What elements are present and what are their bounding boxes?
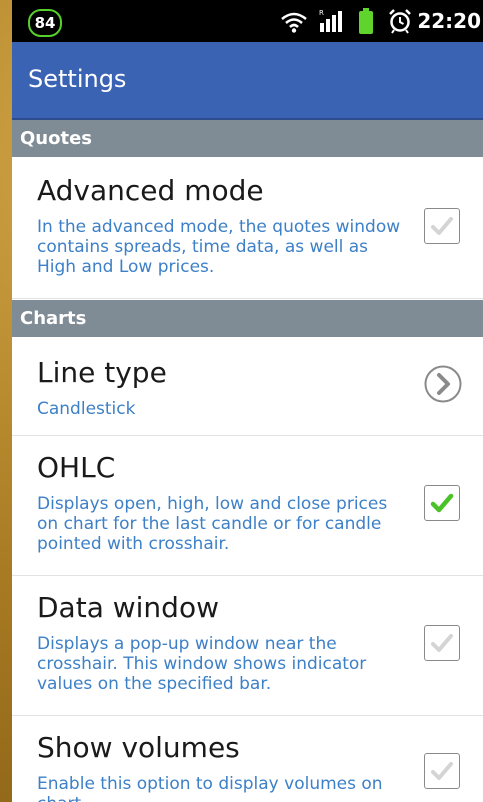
show-volumes-checkbox[interactable] — [424, 753, 460, 789]
chevron-right-icon[interactable] — [423, 364, 463, 404]
pref-show-volumes[interactable]: Show volumes Enable this option to displ… — [12, 716, 483, 802]
pref-ohlc[interactable]: OHLC Displays open, high, low and close … — [12, 436, 483, 576]
pref-summary: Displays a pop-up window near the crossh… — [37, 634, 367, 694]
status-bar: 84 R 22:20 — [12, 0, 483, 42]
advanced-mode-checkbox[interactable] — [424, 208, 460, 244]
page-title: Settings — [28, 65, 127, 93]
check-icon — [431, 634, 453, 652]
data-window-checkbox[interactable] — [424, 625, 460, 661]
signal-icon: R — [319, 9, 342, 32]
notification-badge: 84 — [28, 9, 62, 37]
section-header-charts: Charts — [12, 300, 483, 337]
check-icon — [431, 217, 453, 235]
pref-title: Advanced mode — [37, 174, 264, 207]
section-header-quotes: Quotes — [12, 120, 483, 157]
pref-title: Data window — [37, 591, 219, 624]
pref-summary: Candlestick — [37, 399, 136, 419]
pref-summary: Displays open, high, low and close price… — [37, 494, 388, 554]
ohlc-checkbox[interactable] — [424, 485, 460, 521]
pref-summary: Enable this option to display volumes on… — [37, 774, 383, 802]
pref-line-type[interactable]: Line type Candlestick — [12, 337, 483, 436]
action-bar: Settings — [12, 42, 483, 120]
check-icon — [431, 762, 453, 780]
clock-time: 22:20 — [417, 9, 481, 33]
check-icon — [430, 493, 454, 513]
pref-title: Line type — [37, 356, 167, 389]
pref-data-window[interactable]: Data window Displays a pop-up window nea… — [12, 576, 483, 716]
settings-screen: 84 R 22:20 Settings Quotes Advanced mode… — [12, 0, 483, 802]
pref-advanced-mode[interactable]: Advanced mode In the advanced mode, the … — [12, 157, 483, 299]
wifi-icon — [281, 12, 307, 33]
alarm-icon — [389, 9, 411, 34]
pref-title: Show volumes — [37, 731, 240, 764]
battery-icon — [359, 8, 373, 34]
svg-text:R: R — [319, 9, 324, 17]
pref-summary: In the advanced mode, the quotes window … — [37, 217, 401, 277]
pref-title: OHLC — [37, 451, 116, 484]
